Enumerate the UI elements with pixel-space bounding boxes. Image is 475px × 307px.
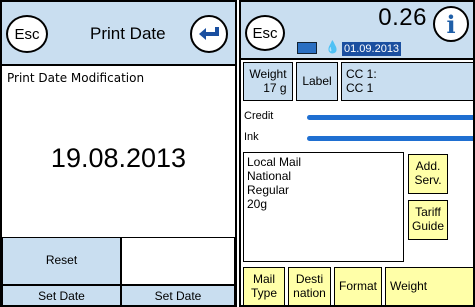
- weight-button[interactable]: Weight 17 g: [243, 62, 293, 101]
- set-date-plus-button[interactable]: Set Date (+): [121, 285, 235, 305]
- postage-amount: 0.26: [378, 4, 427, 31]
- mail-line-4: 20g: [247, 197, 268, 211]
- mail-summary[interactable]: Local Mail National Regular 20g: [243, 152, 404, 262]
- mail-line-2: National: [247, 169, 292, 183]
- cc-line2: CC 1: [346, 80, 374, 95]
- mail-type-button[interactable]: Mail Type: [243, 267, 285, 305]
- weight-bottom-button[interactable]: Weight: [385, 267, 473, 305]
- print-date-value: 19.08.2013: [50, 143, 187, 173]
- tariff-line1: Tariff: [415, 205, 441, 220]
- destination-button[interactable]: Desti nation: [288, 267, 331, 305]
- esc-label: Esc: [14, 25, 40, 43]
- weight-label: Weight: [249, 66, 287, 81]
- destination-line2: nation: [293, 286, 326, 300]
- mail-type-line2: Type: [250, 286, 277, 300]
- blank-button[interactable]: [121, 237, 235, 285]
- label-button-label: Label: [302, 73, 332, 88]
- format-button[interactable]: Format: [334, 267, 382, 305]
- home-panel: Esc 0.26 💧 01.09.2013 i Weight 17 g Labe…: [239, 0, 475, 307]
- page-title: Print Date: [90, 24, 166, 43]
- section-label: Print Date Modification: [7, 71, 145, 85]
- format-label: Format: [338, 279, 377, 294]
- add-serv-line2: Serv.: [414, 173, 442, 187]
- credit-label: Credit: [244, 110, 274, 122]
- cost-center-button[interactable]: CC 1: CC 1: [341, 62, 473, 101]
- home-header: Esc 0.26 💧 01.09.2013 i: [241, 2, 473, 60]
- tariff-line2: Guide: [411, 219, 445, 233]
- ink-drop-icon: 💧: [325, 40, 340, 54]
- info-icon[interactable]: i: [433, 6, 469, 42]
- additional-services-button[interactable]: Add. Serv.: [408, 154, 448, 194]
- tariff-guide-button[interactable]: Tariff Guide: [408, 200, 448, 240]
- print-date-panel: Esc Print Date Print Date Modification 1…: [0, 0, 237, 307]
- esc-label-right: Esc: [252, 24, 278, 42]
- ink-label: Ink: [244, 131, 259, 143]
- reset-label: Reset: [45, 253, 78, 268]
- set-date-minus-button[interactable]: Set Date (-): [2, 285, 121, 305]
- card-icon: [297, 42, 317, 54]
- credit-bar: [307, 115, 473, 120]
- esc-button-right[interactable]: Esc: [245, 15, 285, 51]
- label-button[interactable]: Label: [296, 62, 338, 101]
- mail-type-line1: Mail: [252, 272, 275, 287]
- enter-arrow-icon[interactable]: [190, 15, 228, 53]
- mail-line-3: Regular: [247, 183, 290, 197]
- set-date-plus-label: Set Date: [154, 289, 202, 303]
- add-serv-line1: Add.: [415, 159, 441, 174]
- destination-line1: Desti: [295, 272, 324, 287]
- weight-bottom-label: Weight: [390, 279, 428, 294]
- esc-button-left[interactable]: Esc: [6, 15, 48, 53]
- reset-button[interactable]: Reset: [2, 237, 121, 285]
- set-date-minus-label: Set Date: [38, 289, 85, 303]
- date-badge: 01.09.2013: [342, 42, 402, 56]
- cc-line1: CC 1:: [346, 66, 377, 81]
- weight-value: 17 g: [263, 80, 287, 95]
- mail-line-1: Local Mail: [247, 155, 302, 169]
- print-date-header: Esc Print Date: [2, 2, 235, 66]
- ink-bar: [307, 136, 473, 141]
